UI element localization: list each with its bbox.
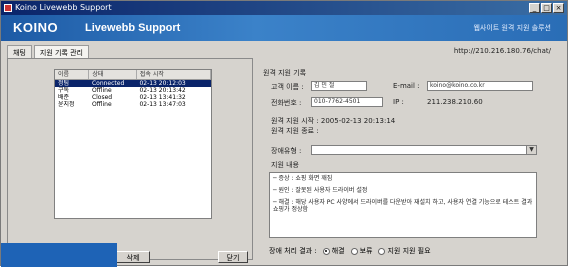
column-header-name[interactable]: 이름 [55, 70, 90, 79]
radio-needs-support-label: 지원 지원 필요 [387, 247, 431, 255]
app-icon [4, 4, 12, 12]
list-row[interactable]: 정팀 Connected 02-13 20:12:03 [55, 80, 211, 87]
column-header-status[interactable]: 상태 [89, 70, 137, 79]
chevron-down-icon[interactable]: ▼ [526, 146, 536, 154]
customer-name-label: 고객 이름 : [271, 83, 304, 91]
row-status: Offline [91, 87, 112, 94]
radio-checked-icon[interactable] [322, 247, 330, 255]
session-list-panel: 이름 상태 접속 시작 정팀 Connected 02-13 20:12:03 … [7, 58, 253, 263]
server-url: http://210.216.180.76/chat/ [453, 47, 551, 55]
support-end-label: 원격 지원 종료 : [271, 127, 319, 135]
row-time: 02-13 13:47:03 [139, 101, 186, 108]
row-name: 배준 [58, 94, 70, 101]
note-line: ─ 원인 : 잘못된 사용자 드라이버 설정 [273, 187, 368, 194]
blue-overlay-bar [1, 243, 117, 267]
radio-unchecked-icon[interactable] [350, 247, 358, 255]
radio-pending[interactable]: 보류 [350, 246, 373, 256]
row-name: 구독 [58, 87, 70, 94]
list-row[interactable]: 윤지정 Offline 02-13 13:47:03 [55, 101, 211, 108]
app-window: Koino Livewebb Support _ □ × KOINO Livew… [0, 0, 568, 267]
row-name: 정팀 [58, 80, 70, 87]
list-header: 이름 상태 접속 시작 [55, 70, 211, 80]
window-controls: _ □ × [529, 3, 564, 13]
header-banner: KOINO Livewebb Support 웹사이트 원격 지원 솔루션 [1, 15, 567, 41]
fault-type-label: 장애유형 : [271, 147, 302, 155]
customer-name-field[interactable]: 김 민 철 [311, 81, 367, 91]
column-header-time[interactable]: 접속 시작 [137, 70, 211, 79]
note-line: ─ 해결 : 해당 사용자 PC 사양에서 드라이버를 다운받아 재설치 하고,… [273, 199, 533, 213]
close-button[interactable]: 닫기 [218, 251, 248, 263]
radio-pending-label: 보류 [359, 247, 373, 255]
maximize-button[interactable]: □ [541, 3, 552, 13]
phone-field[interactable]: 010-7762-4501 [311, 97, 383, 107]
support-start-label: 원격 지원 시작 : 2005-02-13 20:13:14 [271, 117, 396, 125]
note-line: ─ 증상 : 쇼핑 화면 깨짐 [273, 175, 333, 182]
row-status: Connected [91, 80, 125, 87]
row-name: 윤지정 [58, 101, 75, 108]
list-row[interactable]: 구독 Offline 02-13 20:13:42 [55, 87, 211, 94]
row-time: 02-13 13:41:32 [139, 94, 186, 101]
row-time: 02-13 20:12:03 [139, 80, 186, 87]
support-notes-textarea[interactable]: ─ 증상 : 쇼핑 화면 깨짐 ─ 원인 : 잘못된 사용자 드라이버 설정 ─… [269, 172, 537, 238]
title-bar: Koino Livewebb Support _ □ × [1, 1, 567, 15]
phone-label: 전화번호 : [271, 99, 302, 107]
ip-value: 211.238.210.60 [427, 98, 483, 106]
banner-title: Livewebb Support [85, 22, 181, 34]
record-detail-panel: 원격 지원 기록 고객 이름 : 김 민 철 E-mail : koino@ko… [261, 58, 561, 260]
koino-logo: KOINO [13, 20, 59, 35]
result-radio-group: 장애 처리 결과 : 해결 보류 지원 지원 필요 [269, 246, 431, 256]
ip-label: IP : [393, 98, 404, 106]
radio-resolved[interactable]: 해결 [322, 246, 345, 256]
minimize-button[interactable]: _ [529, 3, 540, 13]
radio-needs-support[interactable]: 지원 지원 필요 [378, 246, 431, 256]
fault-type-select[interactable]: ▼ [311, 145, 537, 155]
radio-resolved-label: 해결 [331, 247, 345, 255]
radio-unchecked-icon[interactable] [378, 247, 386, 255]
row-status: Closed [91, 94, 113, 101]
email-label: E-mail : [393, 82, 420, 90]
close-window-button[interactable]: × [553, 3, 564, 13]
result-label: 장애 처리 결과 : [269, 247, 317, 255]
support-content-label: 지원 내용 [271, 161, 299, 169]
row-time: 02-13 20:13:42 [139, 87, 186, 94]
window-title: Koino Livewebb Support [15, 3, 112, 12]
banner-slogan: 웹사이트 원격 지원 솔루션 [473, 24, 551, 32]
list-row[interactable]: 배준 Closed 02-13 13:41:32 [55, 94, 211, 101]
session-list[interactable]: 이름 상태 접속 시작 정팀 Connected 02-13 20:12:03 … [54, 69, 212, 219]
section-title: 원격 지원 기록 [263, 69, 307, 77]
delete-button[interactable]: 삭제 [116, 251, 150, 263]
row-status: Offline [91, 101, 112, 108]
email-field[interactable]: koino@koino.co.kr [427, 81, 533, 91]
